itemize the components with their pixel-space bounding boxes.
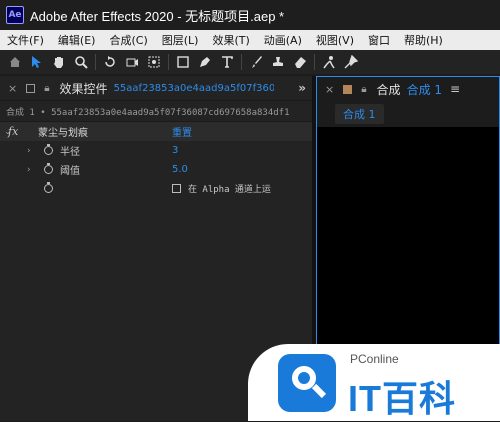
toolbar-divider xyxy=(95,54,96,70)
tools-toolbar xyxy=(0,50,500,74)
selection-tool-icon[interactable] xyxy=(26,52,48,72)
effect-controls-tab[interactable]: × 🔒︎ 效果控件 55aaf23853a0e4aad9a5f07f3608 » xyxy=(0,76,312,101)
effect-header-row[interactable]: ⌄ fx 蒙尘与划痕 重置 xyxy=(0,122,312,141)
close-icon[interactable]: × xyxy=(8,82,17,95)
composition-tab[interactable]: × 🔒︎ 合成 合成 1 ≡ xyxy=(317,77,499,101)
reset-link[interactable]: 重置 xyxy=(172,124,192,139)
lock-icon[interactable]: 🔒︎ xyxy=(44,83,49,94)
watermark-small-text: PConline xyxy=(350,352,399,366)
roto-brush-tool-icon[interactable] xyxy=(318,52,340,72)
property-value[interactable]: 5.0 xyxy=(172,164,188,175)
toolbar-divider xyxy=(241,54,242,70)
rectangle-tool-icon[interactable] xyxy=(172,52,194,72)
chevron-double-right-icon[interactable]: » xyxy=(298,81,306,95)
menu-composition[interactable]: 合成(C) xyxy=(102,32,154,48)
rotate-tool-icon[interactable] xyxy=(99,52,121,72)
property-row-radius: › 半径 3 xyxy=(0,141,312,160)
fx-icon[interactable]: fx xyxy=(8,125,18,138)
property-name: 半径 xyxy=(60,147,80,158)
alpha-channel-label: 在 Alpha 通道上运 xyxy=(188,185,271,195)
property-name: 阈值 xyxy=(60,166,80,177)
alpha-channel-checkbox[interactable] xyxy=(172,184,181,193)
lock-icon[interactable]: 🔒︎ xyxy=(361,84,366,95)
home-icon[interactable] xyxy=(4,52,26,72)
stopwatch-icon[interactable] xyxy=(44,163,53,174)
breadcrumb: 合成 1 • 55aaf23853a0e4aad9a5f07f36087cd69… xyxy=(0,101,312,122)
panel-menu-icon[interactable]: ≡ xyxy=(450,82,460,96)
menu-bar: 文件(F) 编辑(E) 合成(C) 图层(L) 效果(T) 动画(A) 视图(V… xyxy=(0,30,500,50)
menu-effect[interactable]: 效果(T) xyxy=(205,32,256,48)
twirl-closed-icon[interactable]: › xyxy=(27,146,31,156)
property-row-threshold: › 阈值 5.0 xyxy=(0,160,312,179)
menu-animation[interactable]: 动画(A) xyxy=(257,32,309,48)
pan-behind-tool-icon[interactable] xyxy=(143,52,165,72)
title-bar: Ae Adobe After Effects 2020 - 无标题项目.aep … xyxy=(0,0,500,30)
close-icon[interactable]: × xyxy=(325,83,334,96)
type-tool-icon[interactable] xyxy=(216,52,238,72)
clone-stamp-tool-icon[interactable] xyxy=(267,52,289,72)
twirl-closed-icon[interactable]: › xyxy=(27,165,31,175)
magnifier-logo-icon xyxy=(278,354,336,412)
menu-layer[interactable]: 图层(L) xyxy=(155,32,206,48)
camera-tool-icon[interactable] xyxy=(121,52,143,72)
stopwatch-icon[interactable] xyxy=(44,144,53,155)
toolbar-divider xyxy=(314,54,315,70)
brush-tool-icon[interactable] xyxy=(245,52,267,72)
menu-view[interactable]: 视图(V) xyxy=(309,32,361,48)
effect-name: 蒙尘与划痕 xyxy=(38,128,88,139)
tab-effect-controls[interactable]: 效果控件 xyxy=(60,80,108,97)
hand-tool-icon[interactable] xyxy=(48,52,70,72)
zoom-tool-icon[interactable] xyxy=(70,52,92,72)
panel-menu-square-icon[interactable] xyxy=(26,83,36,93)
stopwatch-icon[interactable] xyxy=(44,182,53,193)
menu-file[interactable]: 文件(F) xyxy=(0,32,51,48)
tab-composition[interactable]: 合成 xyxy=(377,81,401,98)
menu-window[interactable]: 窗口 xyxy=(361,32,397,48)
composition-chip[interactable]: 合成 1 xyxy=(335,104,384,124)
window-title: Adobe After Effects 2020 - 无标题项目.aep * xyxy=(30,8,285,24)
watermark-big-text: IT百科 xyxy=(348,378,456,419)
app-logo-icon: Ae xyxy=(6,6,24,24)
eraser-tool-icon[interactable] xyxy=(289,52,311,72)
property-value[interactable]: 3 xyxy=(172,145,178,156)
property-row-alpha: 在 Alpha 通道上运 xyxy=(0,179,312,198)
watermark: PConline IT百科 xyxy=(248,344,500,421)
pen-tool-icon[interactable] xyxy=(194,52,216,72)
menu-edit[interactable]: 编辑(E) xyxy=(51,32,103,48)
toolbar-divider xyxy=(168,54,169,70)
composition-color-square-icon xyxy=(343,84,353,94)
tab-comp-name: 合成 1 xyxy=(406,82,443,97)
puppet-pin-tool-icon[interactable] xyxy=(340,52,362,72)
menu-help[interactable]: 帮助(H) xyxy=(397,32,450,48)
tab-layer-name: 55aaf23853a0e4aad9a5f07f3608 xyxy=(113,82,274,94)
